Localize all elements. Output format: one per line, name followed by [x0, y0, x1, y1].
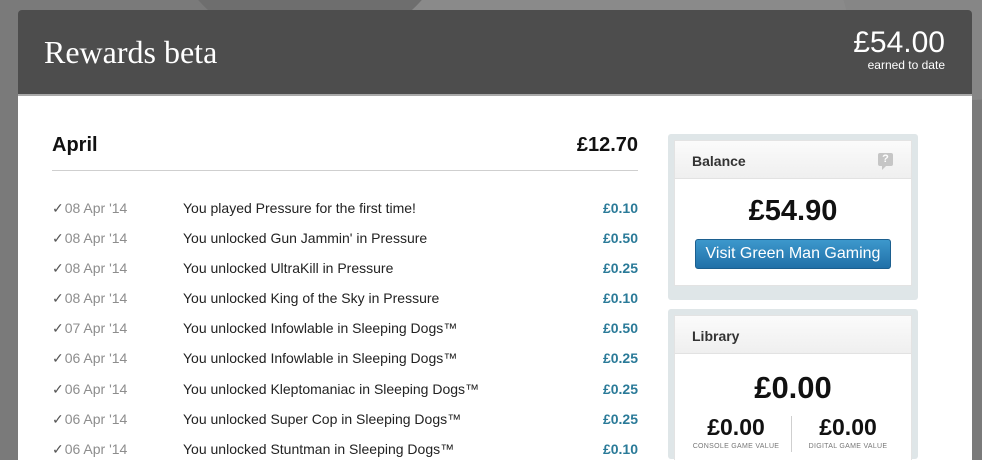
activity-amount: £0.25	[602, 410, 638, 427]
month-name: April	[52, 134, 98, 156]
month-total: £12.70	[576, 134, 638, 156]
library-title: Library	[692, 328, 740, 344]
console-value: £0.00	[707, 414, 765, 440]
activity-row: ✓08 Apr '14 You unlocked King of the Sky…	[52, 290, 638, 320]
console-game-value: £0.00 CONSOLE GAME VALUE	[681, 414, 791, 450]
activity-amount: £0.10	[602, 440, 638, 457]
activity-amount: £0.50	[602, 320, 638, 337]
library-value: £0.00	[754, 370, 832, 405]
digital-caption: DIGITAL GAME VALUE	[808, 443, 888, 450]
activity-row: ✓08 Apr '14 You unlocked UltraKill in Pr…	[52, 260, 638, 290]
rewards-header: Rewards beta £54.00 earned to date	[18, 10, 972, 94]
activity-row: ✓08 Apr '14 You played Pressure for the …	[52, 200, 638, 230]
activity-date: ✓06 Apr '14	[52, 380, 128, 397]
activity-amount: £0.50	[602, 230, 638, 247]
page-title: Rewards beta	[44, 34, 218, 70]
activity-amount: £0.25	[602, 350, 638, 367]
activity-date: ✓06 Apr '14	[52, 350, 128, 367]
checkmark-icon: ✓	[52, 350, 64, 367]
balance-widget: Balance ? £54.90 Visit Green Man Gaming	[668, 134, 918, 300]
library-widget: Library £0.00 £0.00 CONSOLE GAME VALUE £…	[668, 309, 918, 460]
help-icon[interactable]: ?	[878, 153, 893, 170]
activity-date: ✓06 Apr '14	[52, 440, 128, 457]
checkmark-icon: ✓	[52, 410, 64, 427]
checkmark-icon: ✓	[52, 380, 64, 397]
activity-amount: £0.25	[602, 260, 638, 277]
activity-date: ✓08 Apr '14	[52, 230, 128, 247]
activity-description: You unlocked Stuntman in Sleeping Dogs™	[183, 440, 455, 457]
balance-value: £54.90	[748, 195, 838, 227]
activity-list: ✓08 Apr '14 You played Pressure for the …	[52, 200, 638, 460]
balance-title: Balance	[692, 153, 746, 169]
activity-row: ✓06 Apr '14 You unlocked Super Cop in Sl…	[52, 411, 638, 441]
activity-description: You unlocked Infowlable in Sleeping Dogs…	[183, 320, 458, 337]
console-caption: CONSOLE GAME VALUE	[692, 443, 780, 450]
library-breakdown: £0.00 CONSOLE GAME VALUE £0.00 DIGITAL G…	[675, 414, 911, 460]
activity-row: ✓06 Apr '14 You unlocked Stuntman in Sle…	[52, 441, 638, 460]
activity-description: You unlocked Gun Jammin' in Pressure	[183, 230, 428, 247]
earned-to-date-caption: earned to date	[867, 58, 945, 72]
checkmark-icon: ✓	[52, 260, 64, 277]
activity-row: ✓07 Apr '14 You unlocked Infowlable in S…	[52, 320, 638, 350]
activity-date: ✓06 Apr '14	[52, 410, 128, 427]
digital-game-value: £0.00 DIGITAL GAME VALUE	[793, 414, 903, 450]
checkmark-icon: ✓	[52, 200, 64, 216]
activity-description: You played Pressure for the first time!	[183, 200, 416, 216]
activity-date: ✓07 Apr '14	[52, 320, 128, 337]
activity-description: You unlocked UltraKill in Pressure	[183, 260, 394, 277]
activity-row: ✓08 Apr '14 You unlocked Gun Jammin' in …	[52, 230, 638, 260]
checkmark-icon: ✓	[52, 230, 64, 247]
checkmark-icon: ✓	[52, 320, 64, 337]
activity-date: ✓08 Apr '14	[52, 260, 128, 277]
activity-description: You unlocked Kleptomaniac in Sleeping Do…	[183, 380, 480, 397]
library-header: Library	[675, 316, 911, 354]
activity-amount: £0.10	[602, 290, 638, 307]
balance-header: Balance ?	[675, 141, 911, 179]
activity-row: ✓06 Apr '14 You unlocked Kleptomaniac in…	[52, 381, 638, 411]
activity-date: ✓08 Apr '14	[52, 200, 128, 216]
visit-green-man-gaming-button[interactable]: Visit Green Man Gaming	[695, 239, 891, 269]
activity-date: ✓08 Apr '14	[52, 290, 128, 307]
activity-description: You unlocked King of the Sky in Pressure	[183, 290, 440, 307]
activity-amount: £0.10	[602, 200, 638, 216]
checkmark-icon: ✓	[52, 440, 64, 457]
rewards-panel: Rewards beta £54.00 earned to date April…	[18, 10, 972, 460]
activity-row: ✓06 Apr '14 You unlocked Infowlable in S…	[52, 350, 638, 380]
activity-description: You unlocked Super Cop in Sleeping Dogs™	[183, 410, 462, 427]
activity-description: You unlocked Infowlable in Sleeping Dogs…	[183, 350, 458, 367]
checkmark-icon: ✓	[52, 290, 64, 307]
digital-value: £0.00	[819, 414, 877, 440]
library-divider	[791, 416, 792, 452]
month-divider	[52, 170, 638, 171]
activity-amount: £0.25	[602, 380, 638, 397]
earned-to-date-amount: £54.00	[853, 26, 945, 59]
